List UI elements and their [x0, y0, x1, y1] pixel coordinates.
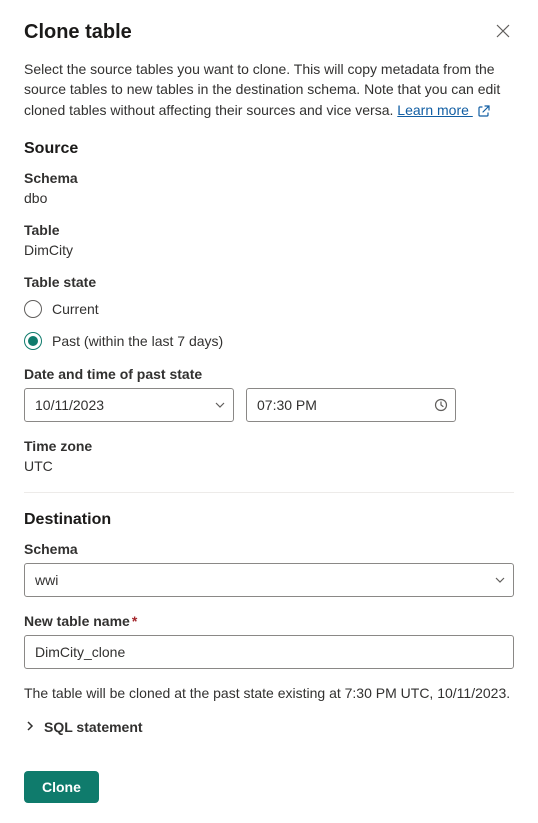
required-asterisk: * — [132, 613, 137, 629]
dialog-description: Select the source tables you want to clo… — [24, 59, 514, 120]
clone-button[interactable]: Clone — [24, 771, 99, 803]
sql-statement-toggle[interactable]: SQL statement — [24, 719, 514, 735]
table-state-radio-group: Current Past (within the last 7 days) — [24, 300, 514, 350]
destination-schema-dropdown[interactable] — [24, 563, 514, 597]
new-table-name-input[interactable] — [24, 635, 514, 669]
source-table-label: Table — [24, 222, 514, 238]
close-button[interactable] — [492, 20, 514, 45]
radio-icon — [24, 300, 42, 318]
close-icon — [496, 24, 510, 41]
clone-info-text: The table will be cloned at the past sta… — [24, 685, 514, 701]
radio-past-label: Past (within the last 7 days) — [52, 333, 223, 349]
source-section-title: Source — [24, 140, 514, 158]
time-input[interactable] — [246, 388, 456, 422]
destination-schema-label: Schema — [24, 541, 514, 557]
radio-current-label: Current — [52, 301, 99, 317]
external-link-icon — [477, 104, 491, 118]
section-divider — [24, 492, 514, 493]
date-input[interactable] — [24, 388, 234, 422]
learn-more-link[interactable]: Learn more — [397, 102, 472, 118]
new-table-name-label: New table name* — [24, 613, 514, 629]
timezone-label: Time zone — [24, 438, 514, 454]
table-state-label: Table state — [24, 274, 514, 290]
chevron-right-icon — [24, 719, 36, 735]
source-table-value: DimCity — [24, 242, 514, 258]
sql-statement-label: SQL statement — [44, 719, 143, 735]
source-schema-value: dbo — [24, 190, 514, 206]
dialog-title: Clone table — [24, 21, 132, 44]
destination-section-title: Destination — [24, 511, 514, 529]
radio-option-current[interactable]: Current — [24, 300, 514, 318]
radio-option-past[interactable]: Past (within the last 7 days) — [24, 332, 514, 350]
source-schema-label: Schema — [24, 170, 514, 186]
radio-icon — [24, 332, 42, 350]
datetime-label: Date and time of past state — [24, 366, 514, 382]
timezone-value: UTC — [24, 458, 514, 474]
new-table-name-text: New table name — [24, 613, 130, 629]
